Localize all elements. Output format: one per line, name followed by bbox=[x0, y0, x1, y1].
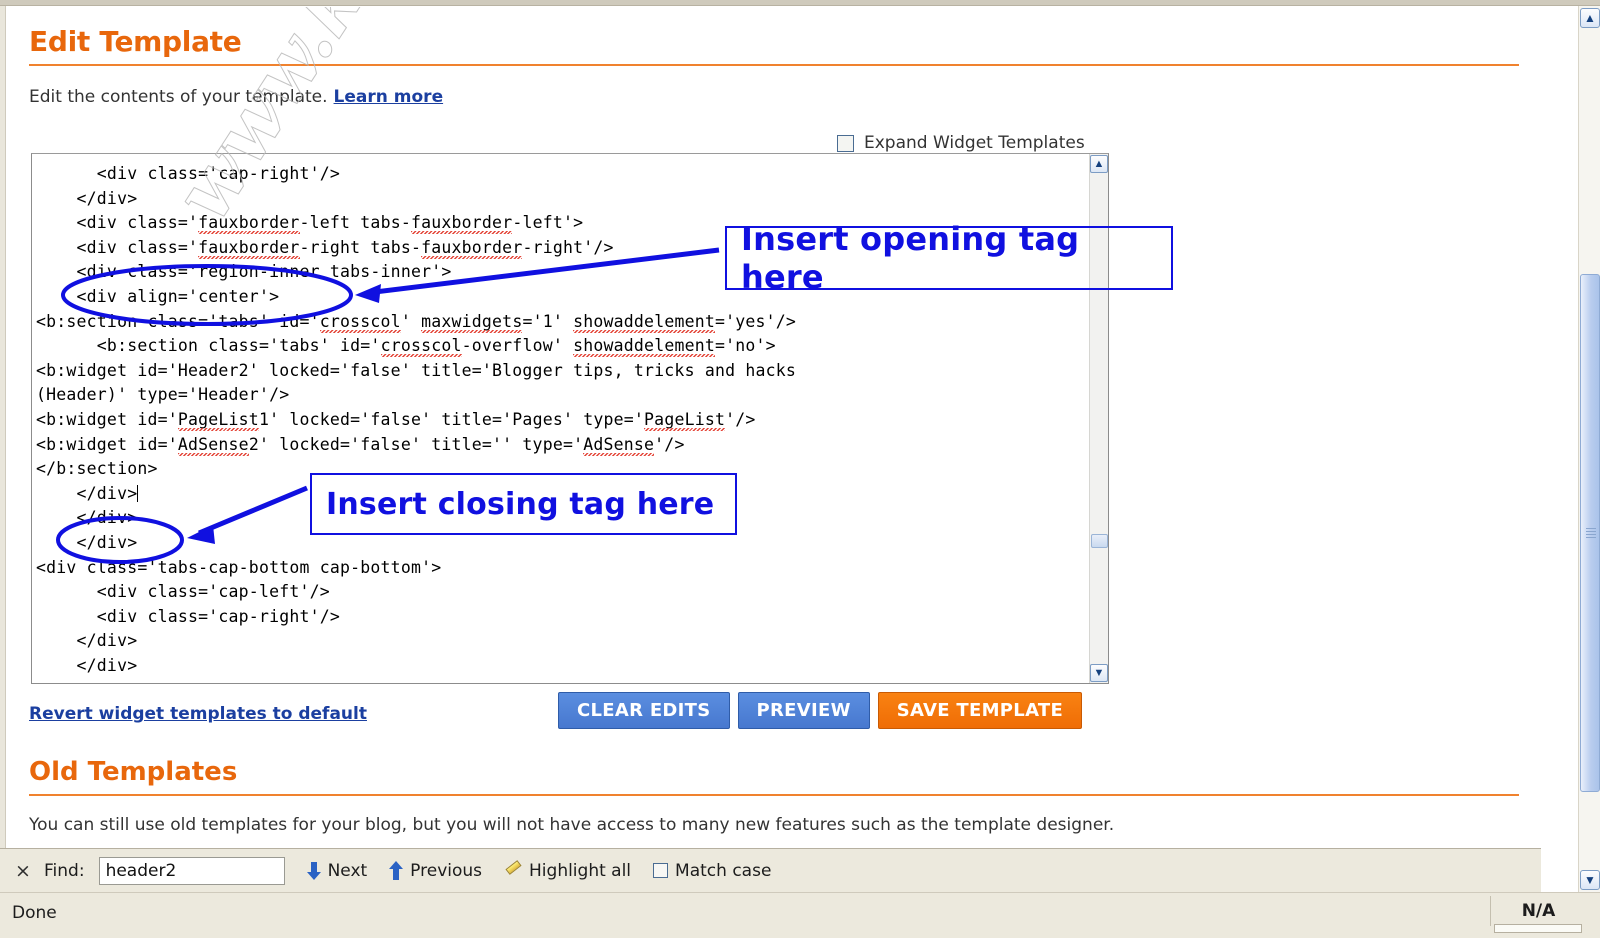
code-line: </div> bbox=[36, 631, 138, 651]
search-input[interactable]: header2 bbox=[98, 856, 285, 885]
code-line: <b:section class='tabs' id='crosscol-ove… bbox=[36, 336, 776, 356]
arrow-down-icon bbox=[306, 862, 321, 880]
window-left-strip bbox=[0, 6, 6, 938]
code-line: <b:widget id='AdSense2' locked='false' t… bbox=[36, 434, 685, 454]
code-line: <b:widget id='PageList1' locked='false' … bbox=[36, 409, 756, 429]
match-case-toggle[interactable]: Match case bbox=[653, 861, 771, 881]
window-top-strip bbox=[0, 0, 1600, 6]
code-line: <b:section class='tabs' id='crosscol' ma… bbox=[36, 311, 797, 331]
code-line: </div> bbox=[36, 655, 138, 675]
code-line: <div class='tabs-cap-bottom cap-bottom'> bbox=[36, 557, 442, 577]
code-line: <div class='cap-right'/> bbox=[36, 606, 341, 626]
browser-window: Edit Template Edit the contents of your … bbox=[0, 0, 1600, 938]
status-bar: Done N/A bbox=[0, 892, 1600, 938]
scroll-down-icon[interactable]: ▼ bbox=[1090, 664, 1108, 682]
find-previous-button[interactable]: Previous bbox=[389, 861, 482, 881]
find-bar[interactable]: × Find: header2 Next Previous Highlight … bbox=[0, 848, 1541, 892]
page-title: Edit Template bbox=[29, 25, 242, 58]
intro-paragraph: Edit the contents of your template. Learn… bbox=[29, 87, 443, 107]
window-scrollbar[interactable]: ▲ ▼ bbox=[1578, 6, 1600, 892]
learn-more-link[interactable]: Learn more bbox=[334, 87, 444, 107]
code-line: </div> bbox=[36, 188, 138, 208]
expand-widget-templates-row[interactable]: Expand Widget Templates bbox=[837, 133, 1085, 153]
expand-widget-templates-checkbox[interactable] bbox=[837, 134, 854, 152]
code-line: (Header)' type='Header'/> bbox=[36, 385, 290, 405]
window-scroll-up-icon[interactable]: ▲ bbox=[1580, 8, 1600, 28]
match-case-checkbox[interactable] bbox=[653, 863, 669, 878]
close-icon[interactable]: × bbox=[10, 860, 36, 882]
clear-edits-button[interactable]: CLEAR EDITS bbox=[558, 692, 730, 729]
save-template-button[interactable]: SAVE TEMPLATE bbox=[877, 692, 1083, 729]
arrow-up-icon bbox=[389, 861, 404, 880]
intro-text: Edit the contents of your template. bbox=[29, 87, 328, 107]
find-previous-label: Previous bbox=[410, 860, 483, 881]
expand-widget-templates-label: Expand Widget Templates bbox=[864, 133, 1085, 153]
revert-widget-templates-link[interactable]: Revert widget templates to default bbox=[29, 704, 367, 724]
annotation-insert-closing-tag: Insert closing tag here bbox=[310, 473, 737, 535]
find-next-label: Next bbox=[327, 860, 368, 881]
annotation-insert-opening-tag: Insert opening tag here bbox=[725, 220, 1173, 296]
page-content: Edit Template Edit the contents of your … bbox=[7, 7, 1541, 847]
old-templates-heading: Old Templates bbox=[29, 757, 238, 787]
match-case-label: Match case bbox=[675, 860, 772, 881]
editor-action-buttons: CLEAR EDITS PREVIEW SAVE TEMPLATE bbox=[558, 692, 1083, 729]
find-next-button[interactable]: Next bbox=[306, 860, 368, 881]
old-templates-divider bbox=[29, 794, 1519, 796]
code-line: <div class='cap-left'/> bbox=[36, 582, 330, 602]
scroll-up-icon[interactable]: ▲ bbox=[1090, 155, 1108, 173]
window-scroll-down-icon[interactable]: ▼ bbox=[1580, 870, 1600, 890]
status-right-value: N/A bbox=[1490, 896, 1586, 926]
editor-scrollbar-thumb[interactable] bbox=[1091, 534, 1108, 548]
highlight-all-label: Highlight all bbox=[529, 860, 632, 881]
title-divider bbox=[29, 64, 1519, 66]
highlighter-icon bbox=[504, 862, 522, 879]
scrollbar-grip-icon bbox=[1586, 528, 1596, 538]
preview-button[interactable]: PREVIEW bbox=[737, 692, 870, 729]
code-line: <div class='cap-right'/> bbox=[36, 164, 341, 183]
status-text: Done bbox=[12, 903, 57, 923]
window-scrollbar-thumb[interactable] bbox=[1580, 274, 1600, 792]
code-line: <b:widget id='Header2' locked='false' ti… bbox=[36, 360, 797, 380]
status-progress-bar bbox=[1494, 924, 1582, 933]
find-label: Find: bbox=[44, 860, 85, 881]
old-templates-text: You can still use old templates for your… bbox=[29, 815, 1115, 835]
highlight-all-button[interactable]: Highlight all bbox=[504, 861, 631, 881]
